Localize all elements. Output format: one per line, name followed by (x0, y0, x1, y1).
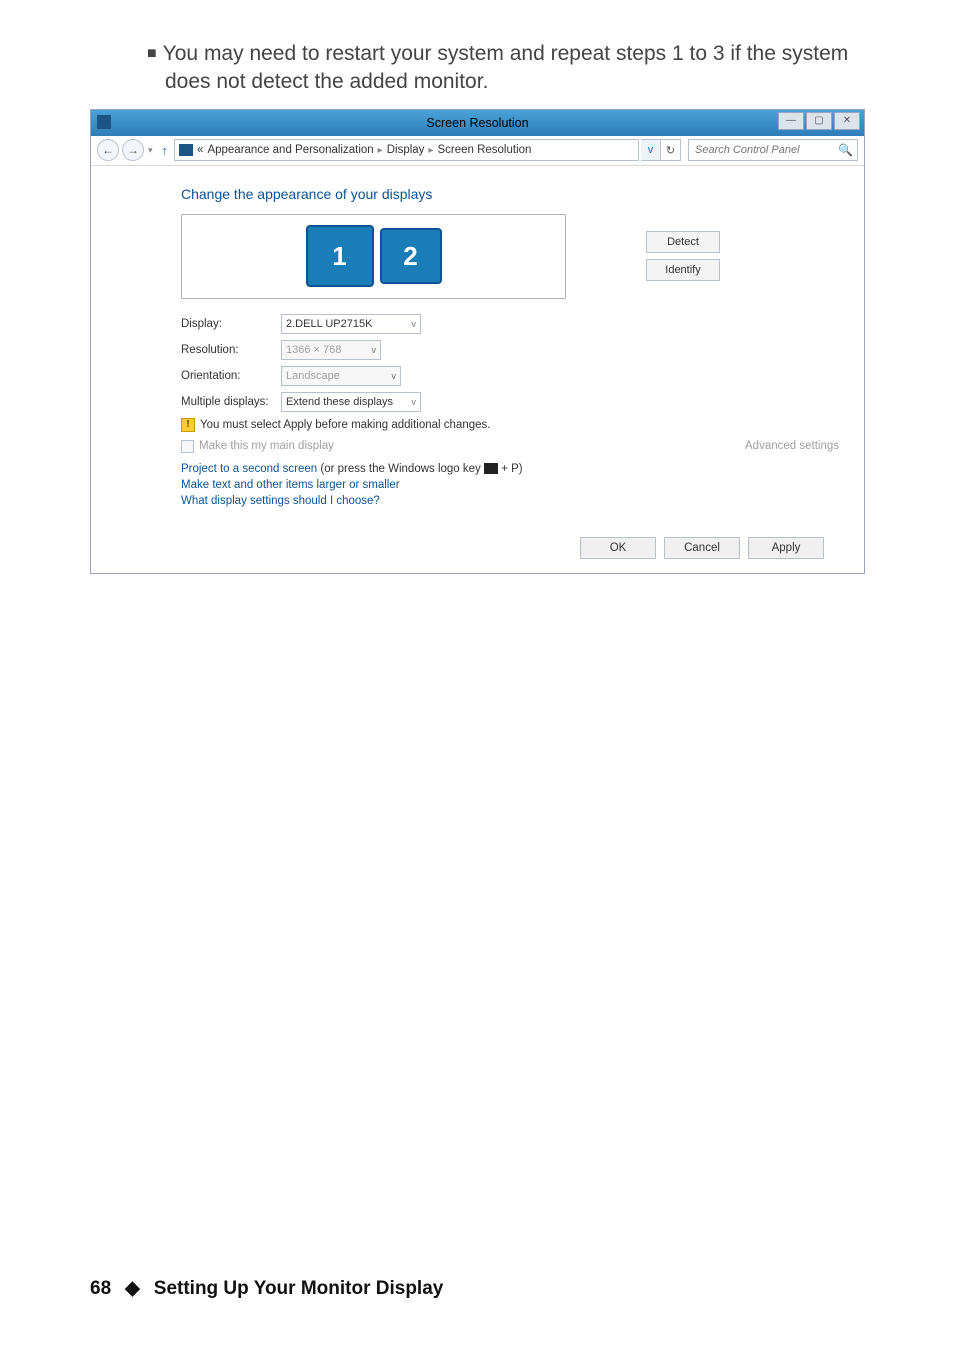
search-box[interactable]: 🔍 (688, 139, 858, 161)
footer-title: Setting Up Your Monitor Display (154, 1278, 444, 1300)
make-main-checkbox (181, 440, 194, 453)
instruction-text: ■You may need to restart your system and… (165, 40, 864, 97)
warning-row: ! You must select Apply before making ad… (181, 418, 839, 432)
address-bar: ← → ▾ ↑ « Appearance and Personalization… (91, 136, 864, 166)
refresh-button[interactable]: ↻ (661, 139, 681, 161)
addr-dropdown[interactable]: v (641, 139, 661, 161)
forward-button[interactable]: → (122, 139, 144, 161)
search-icon: 🔍 (838, 143, 853, 157)
identify-button[interactable]: Identify (646, 259, 720, 281)
multiple-displays-select[interactable]: Extend these displaysv (281, 392, 421, 412)
help-link[interactable]: What display settings should I choose? (181, 495, 839, 507)
chevron-down-icon: v (412, 397, 417, 407)
orientation-select[interactable]: Landscapev (281, 366, 401, 386)
resolution-select[interactable]: 1366 × 768v (281, 340, 381, 360)
warning-text: You must select Apply before making addi… (200, 419, 490, 431)
text-size-link[interactable]: Make text and other items larger or smal… (181, 479, 839, 491)
display-select[interactable]: 2.DELL UP2715Kv (281, 314, 421, 334)
screen-resolution-window: Screen Resolution — ▢ ✕ ← → ▾ ↑ « Appear… (90, 109, 865, 574)
detect-button[interactable]: Detect (646, 231, 720, 253)
chevron-down-icon: v (372, 345, 377, 355)
control-panel-icon (179, 144, 193, 156)
bc-part1: Appearance and Personalization (207, 144, 373, 156)
diamond-icon: ◆ (125, 1277, 140, 1300)
project-screen-line: Project to a second screen (or press the… (181, 463, 839, 475)
bc-part3: Screen Resolution (437, 144, 531, 156)
window-titlebar: Screen Resolution — ▢ ✕ (91, 110, 864, 136)
back-button[interactable]: ← (97, 139, 119, 161)
bc-part2: Display (387, 144, 425, 156)
monitor-preview[interactable]: 1 2 (181, 214, 566, 299)
ok-button[interactable]: OK (580, 537, 656, 559)
page-heading: Change the appearance of your displays (181, 186, 839, 202)
minimize-button[interactable]: — (778, 112, 804, 130)
cancel-button[interactable]: Cancel (664, 537, 740, 559)
make-main-label: Make this my main display (199, 440, 334, 452)
bc-sep1: ▸ (378, 145, 383, 156)
maximize-button[interactable]: ▢ (806, 112, 832, 130)
monitor-1[interactable]: 1 (306, 225, 374, 287)
project-screen-link[interactable]: Project to a second screen (181, 463, 317, 475)
chevron-down-icon: v (412, 319, 417, 329)
warning-icon: ! (181, 418, 195, 432)
bc-chevron: « (197, 144, 203, 156)
window-title: Screen Resolution (426, 116, 528, 130)
multiple-label: Multiple displays: (181, 396, 281, 408)
bc-sep2: ▸ (428, 145, 433, 156)
page-number: 68 (90, 1278, 111, 1300)
windows-key-icon (484, 463, 498, 474)
close-button[interactable]: ✕ (834, 112, 860, 130)
monitor-2[interactable]: 2 (380, 228, 442, 284)
apply-button[interactable]: Apply (748, 537, 824, 559)
button-bar: OK Cancel Apply (91, 526, 864, 573)
advanced-settings-link[interactable]: Advanced settings (745, 440, 839, 452)
orientation-label: Orientation: (181, 370, 281, 382)
content-area: Change the appearance of your displays 1… (91, 166, 864, 526)
resolution-label: Resolution: (181, 344, 281, 356)
nav-dropdown-icon[interactable]: ▾ (148, 145, 153, 156)
search-input[interactable] (695, 144, 838, 156)
page-footer: 68 ◆ Setting Up Your Monitor Display (90, 1277, 443, 1300)
up-button[interactable]: ↑ (162, 143, 169, 158)
refresh-icon: ↻ (666, 144, 675, 157)
display-label: Display: (181, 318, 281, 330)
app-icon (97, 115, 111, 129)
breadcrumb[interactable]: « Appearance and Personalization ▸ Displ… (174, 139, 639, 161)
chevron-down-icon: v (392, 371, 397, 381)
